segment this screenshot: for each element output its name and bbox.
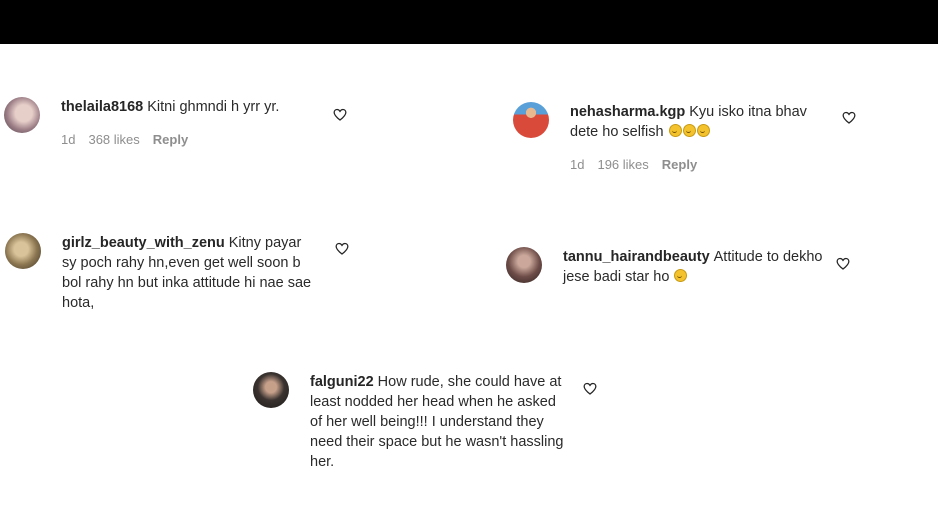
- comment-nehasharma-kgp: nehasharma.kgp Kyu isko itna bhav dete ho…: [513, 102, 863, 177]
- comment-time: 1d: [570, 157, 585, 172]
- comment-falguni22: falguni22 How rude, she could have at lea…: [253, 372, 603, 477]
- heart-outline-icon[interactable]: [333, 108, 347, 121]
- heart-outline-icon[interactable]: [842, 111, 856, 124]
- reply-button[interactable]: Reply: [153, 132, 188, 147]
- comment-likes[interactable]: 196 likes: [597, 157, 648, 172]
- avatar[interactable]: [4, 97, 40, 133]
- heart-outline-icon[interactable]: [583, 382, 597, 395]
- heart-outline-icon[interactable]: [335, 242, 349, 255]
- comment-text-row: falguni22 How rude, she could have at lea…: [310, 372, 570, 472]
- smiling-face-emoji-icon: [682, 124, 696, 137]
- comment-text-row: tannu_hairandbeauty Attitude to dekho jes…: [563, 247, 833, 287]
- comment-time: 1d: [61, 132, 76, 147]
- comment-username[interactable]: falguni22: [310, 374, 374, 390]
- comment-username[interactable]: thelaila8168: [61, 99, 143, 115]
- smiling-face-emoji-icon: [696, 124, 710, 137]
- smiling-face-emoji-icon: [668, 124, 682, 137]
- comment-text-row: thelaila8168 Kitni ghmndi h yrr yr.: [61, 97, 316, 117]
- comment-text-row: nehasharma.kgp Kyu isko itna bhav dete ho…: [570, 102, 835, 142]
- top-black-bar: [0, 0, 938, 44]
- heart-outline-icon[interactable]: [836, 257, 850, 270]
- comment-username[interactable]: girlz_beauty_with_zenu: [62, 235, 225, 251]
- comment-meta: 1d 368 likes Reply: [61, 130, 316, 150]
- comment-text: Kitni ghmndi h yrr yr.: [147, 99, 280, 115]
- avatar[interactable]: [253, 372, 289, 408]
- reply-button[interactable]: Reply: [662, 157, 697, 172]
- avatar[interactable]: [5, 233, 41, 269]
- comment-text-row: girlz_beauty_with_zenu Kitny payar sy poc…: [62, 233, 317, 313]
- comment-tannu-hairandbeauty: tannu_hairandbeauty Attitude to dekho jes…: [506, 247, 856, 292]
- comment-likes[interactable]: 368 likes: [88, 132, 139, 147]
- comment-girlz-beauty-with-zenu: girlz_beauty_with_zenu Kitny payar sy poc…: [5, 233, 355, 318]
- comment-thelaila8168: thelaila8168 Kitni ghmndi h yrr yr. 1d 368…: [4, 97, 354, 157]
- comment-username[interactable]: nehasharma.kgp: [570, 104, 685, 120]
- smiling-face-emoji-icon: [674, 269, 688, 282]
- comment-username[interactable]: tannu_hairandbeauty: [563, 249, 710, 265]
- avatar[interactable]: [513, 102, 549, 138]
- comment-meta: 1d 196 likes Reply: [570, 155, 835, 175]
- avatar[interactable]: [506, 247, 542, 283]
